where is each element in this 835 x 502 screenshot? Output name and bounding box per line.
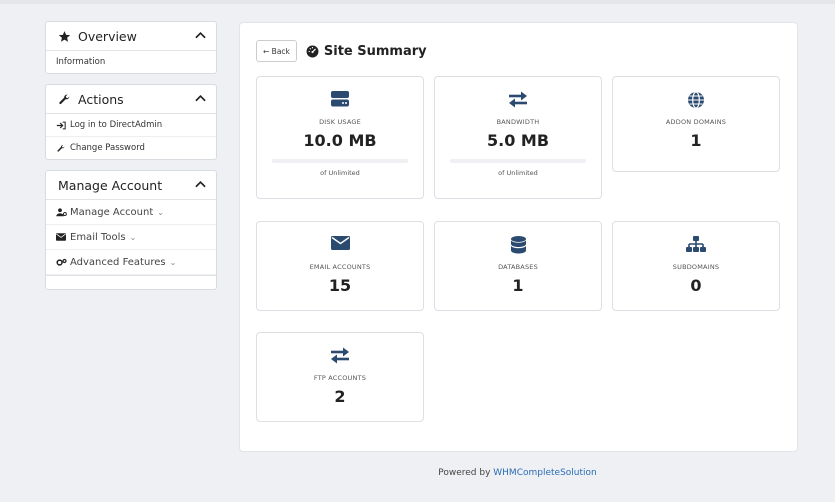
chevron-down-icon: ⌄ [129, 232, 137, 242]
actions-panel-header[interactable]: Actions [46, 85, 216, 114]
manage-account-title: Manage Account [58, 177, 163, 193]
overview-panel: Overview Information [45, 21, 217, 74]
overview-title: Overview [78, 28, 137, 44]
sitemap-icon [613, 236, 779, 254]
sidebar-item-change-password[interactable]: Change Password [46, 137, 216, 159]
card-label: FTP ACCOUNTS [313, 374, 367, 382]
chevron-down-icon: ⌄ [169, 257, 177, 267]
sidebar-item-login-directadmin[interactable]: Log in to DirectAdmin [46, 114, 216, 137]
page-title-text: Site Summary [323, 43, 427, 59]
cogs-icon [56, 258, 67, 267]
sidebar-item-manage-account[interactable]: Manage Account ⌄ [46, 200, 216, 225]
exchange-icon [435, 91, 601, 109]
ftp-accounts-card[interactable]: FTP ACCOUNTS 2 [256, 332, 424, 422]
manage-account-panel: Manage Account Manage Account ⌄ Email To… [45, 170, 217, 290]
usage-bar [450, 159, 586, 163]
chevron-up-icon[interactable] [195, 31, 206, 42]
card-value: 0 [690, 276, 702, 295]
sidebar-item-advanced-features[interactable]: Advanced Features ⌄ [46, 250, 216, 275]
page-header: ← Back Site Summary [256, 40, 427, 62]
hdd-icon [257, 91, 423, 109]
sidebar-item-label: Manage Account [70, 206, 154, 218]
sidebar-item-email-tools[interactable]: Email Tools ⌄ [46, 225, 216, 250]
card-value: 1 [512, 276, 524, 295]
sidebar-item-label: Email Tools [70, 231, 126, 243]
card-value: 2 [334, 387, 346, 406]
card-subtext: of Unlimited [320, 169, 360, 177]
footer: Powered by WHMCompleteSolution [239, 468, 796, 478]
footer-link[interactable]: WHMCompleteSolution [493, 468, 596, 478]
chevron-up-icon[interactable] [195, 180, 206, 191]
bandwidth-card[interactable]: BANDWIDTH 5.0 MB of Unlimited [434, 76, 602, 199]
footer-text: Powered by [438, 468, 494, 478]
databases-card[interactable]: DATABASES 1 [434, 221, 602, 311]
back-button[interactable]: ← Back [256, 40, 297, 62]
database-icon [435, 236, 601, 254]
wrench-icon [58, 92, 72, 106]
sidebar-item-label: Information [56, 57, 106, 67]
card-label: DISK USAGE [319, 118, 361, 126]
overview-panel-header[interactable]: Overview [46, 22, 216, 51]
user-cog-icon [56, 207, 67, 217]
card-label: ADDON DOMAINS [665, 118, 727, 126]
addon-domains-card[interactable]: ADDON DOMAINS 1 [612, 76, 780, 172]
chevron-down-icon: ⌄ [157, 207, 164, 217]
actions-panel: Actions Log in to DirectAdmin Change Pas… [45, 84, 217, 160]
actions-title: Actions [78, 91, 124, 107]
card-value: 5.0 MB [486, 131, 550, 150]
globe-icon [613, 91, 779, 109]
card-value: 15 [328, 276, 352, 295]
sidebar: Overview Information Actions Log in to D… [45, 21, 217, 300]
envelope-icon [257, 236, 423, 254]
dashboard-icon [306, 45, 319, 57]
panel-footer [46, 275, 216, 289]
sidebar-item-information[interactable]: Information [46, 51, 216, 73]
exchange-icon [257, 347, 423, 365]
card-label: BANDWIDTH [496, 118, 540, 126]
card-label: DATABASES [498, 263, 538, 271]
top-bar [0, 0, 835, 4]
sidebar-item-label: Advanced Features [70, 256, 166, 268]
card-value: 10.0 MB [303, 131, 377, 150]
usage-bar [272, 159, 408, 163]
manage-account-panel-header[interactable]: Manage Account [46, 171, 216, 200]
star-icon [58, 29, 72, 43]
card-label: SUBDOMAINS [672, 263, 720, 271]
email-accounts-card[interactable]: EMAIL ACCOUNTS 15 [256, 221, 424, 311]
card-value: 1 [690, 131, 702, 150]
disk-usage-card[interactable]: DISK USAGE 10.0 MB of Unlimited [256, 76, 424, 199]
main-panel: ← Back Site Summary DISK USAGE 10.0 MB o… [239, 22, 798, 452]
card-subtext: of Unlimited [498, 169, 538, 177]
chevron-up-icon[interactable] [195, 94, 206, 105]
page-title: Site Summary [306, 44, 427, 59]
sidebar-item-label: Change Password [70, 143, 145, 153]
sidebar-item-label: Log in to DirectAdmin [70, 120, 163, 130]
card-label: EMAIL ACCOUNTS [309, 263, 371, 271]
envelope-icon [56, 233, 67, 241]
subdomains-card[interactable]: SUBDOMAINS 0 [612, 221, 780, 311]
key-icon [56, 144, 67, 153]
sign-in-icon [56, 121, 67, 130]
